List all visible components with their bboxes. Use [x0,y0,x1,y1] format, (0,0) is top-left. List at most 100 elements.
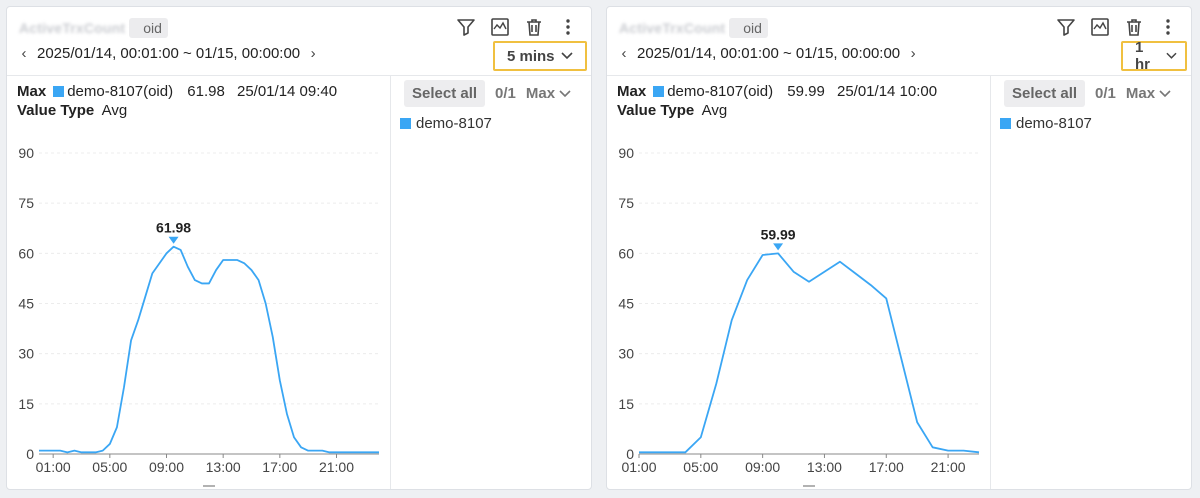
y-tick-label: 30 [618,346,634,362]
y-tick-label: 75 [18,195,34,211]
peak-marker [168,236,179,244]
legend-controls: Select all 0/1 Max [1004,80,1171,107]
max-value: 59.99 [787,83,825,100]
time-next-icon[interactable]: › [908,45,918,62]
max-time: 25/01/14 10:00 [836,83,938,100]
interval-dropdown[interactable]: 5 mins [493,41,587,71]
x-tick-label: 17:00 [262,459,297,475]
legend-swatch [1000,118,1011,129]
chevron-down-icon [559,89,571,97]
legend-sort-dropdown[interactable]: Max [1126,85,1171,102]
max-series-name: demo-8107(oid) [667,83,774,100]
widget-title: ActiveTrxCount oid [19,18,168,38]
chart-view-icon[interactable] [1089,16,1111,38]
max-time: 25/01/14 09:40 [236,83,338,100]
y-tick-label: 15 [18,396,34,412]
y-tick-label: 45 [18,296,34,312]
x-tick-label: 09:00 [149,459,184,475]
peak-value-label: 61.98 [156,220,191,236]
line-chart: 015304560759001:00 05:00 09:00 13:00 17:00 21… [18,145,379,487]
max-series-name: demo-8107(oid) [67,83,174,100]
widget-title-text: ActiveTrxCount [619,20,726,36]
time-range-row: ‹ 2025/01/14, 00:01:00 ~ 01/15, 00:00:00… [19,45,318,62]
legend-controls: Select all 0/1 Max [404,80,571,107]
series-color-swatch [53,86,65,97]
interval-value: 5 mins [507,47,555,65]
x-tick-label: 01:00 [621,459,656,475]
time-range-text: 2025/01/14, 00:01:00 ~ 01/15, 00:00:00 [637,45,901,62]
interval-dropdown[interactable]: 1 hr [1121,39,1187,73]
legend-item-label: demo-8107 [416,115,492,132]
widget-title: ActiveTrxCount oid [619,18,768,38]
legend-sort-value: Max [525,85,556,102]
y-tick-label: 0 [26,446,34,462]
series-line [39,245,379,454]
series-line [639,252,980,454]
x-tick-label: 09:00 [745,459,780,475]
x-tick-label: 13:00 [807,459,842,475]
max-label: Max [617,83,647,100]
y-tick-label: 90 [618,145,634,161]
widget-toolbar [455,16,579,38]
value-type-label: Value Type [617,102,695,119]
legend-divider [990,76,991,489]
select-all-button[interactable]: Select all [1004,80,1086,107]
legend-swatch [400,118,411,129]
chevron-down-icon [1159,89,1171,97]
select-all-button[interactable]: Select all [404,80,486,107]
x-tick-label: 21:00 [319,459,354,475]
x-tick-label: 17:00 [869,459,904,475]
max-label: Max [17,83,47,100]
legend-count: 0/1 [495,85,516,102]
widget-title-text: ActiveTrxCount [19,20,126,36]
time-prev-icon[interactable]: ‹ [619,45,629,62]
filter-icon[interactable] [1055,16,1077,38]
legend-item[interactable]: demo-8107 [400,115,492,132]
line-chart: 015304560759001:00 05:00 09:00 13:00 17:00 21… [618,145,980,487]
x-tick-label: 13:00 [206,459,241,475]
x-tick-label: 05:00 [92,459,127,475]
max-value: 61.98 [187,83,225,100]
max-info: Max demo-8107(oid) 61.98 25/01/14 09:40 V… [17,82,341,120]
value-type: Avg [101,102,128,119]
y-tick-label: 60 [18,245,34,261]
header-divider [7,75,591,76]
trash-icon[interactable] [1123,16,1145,38]
trash-icon[interactable] [523,16,545,38]
x-tick-label: 01:00 [36,459,71,475]
y-tick-label: 15 [618,396,634,412]
peak-value-label: 59.99 [761,226,796,242]
y-tick-label: 30 [18,346,34,362]
interval-value: 1 hr [1135,39,1150,73]
widget-panel-right: ActiveTrxCount oid ‹ 2025/01/14, 00:01:0… [606,6,1192,490]
max-info: Max demo-8107(oid) 59.99 25/01/14 10:00 V… [617,82,941,120]
legend-count: 0/1 [1095,85,1116,102]
legend-item[interactable]: demo-8107 [1000,115,1092,132]
widget-title-suffix: oid [729,18,768,38]
chart-view-icon[interactable] [489,16,511,38]
legend-sort-dropdown[interactable]: Max [526,85,571,102]
header-divider [607,75,1191,76]
widget-toolbar [1055,16,1179,38]
x-tick-label: 05:00 [683,459,718,475]
time-range-text: 2025/01/14, 00:01:00 ~ 01/15, 00:00:00 [37,45,301,62]
chevron-down-icon [1166,52,1177,59]
more-options-icon[interactable] [1157,16,1179,38]
y-tick-label: 60 [618,245,634,261]
more-options-icon[interactable] [557,16,579,38]
legend-item-label: demo-8107 [1016,115,1092,132]
y-tick-label: 75 [618,195,634,211]
chevron-down-icon [560,52,573,60]
time-prev-icon[interactable]: ‹ [19,45,29,62]
series-color-swatch [653,86,665,97]
peak-marker [773,243,784,251]
value-type: Avg [701,102,728,119]
time-range-row: ‹ 2025/01/14, 00:01:00 ~ 01/15, 00:00:00… [619,45,918,62]
x-tick-label: 21:00 [931,459,966,475]
widget-title-suffix: oid [129,18,168,38]
time-next-icon[interactable]: › [308,45,318,62]
y-tick-label: 45 [618,296,634,312]
widget-panel-left: ActiveTrxCount oid ‹ 2025/01/14, 00:01:0… [6,6,592,490]
legend-sort-value: Max [1125,85,1156,102]
filter-icon[interactable] [455,16,477,38]
